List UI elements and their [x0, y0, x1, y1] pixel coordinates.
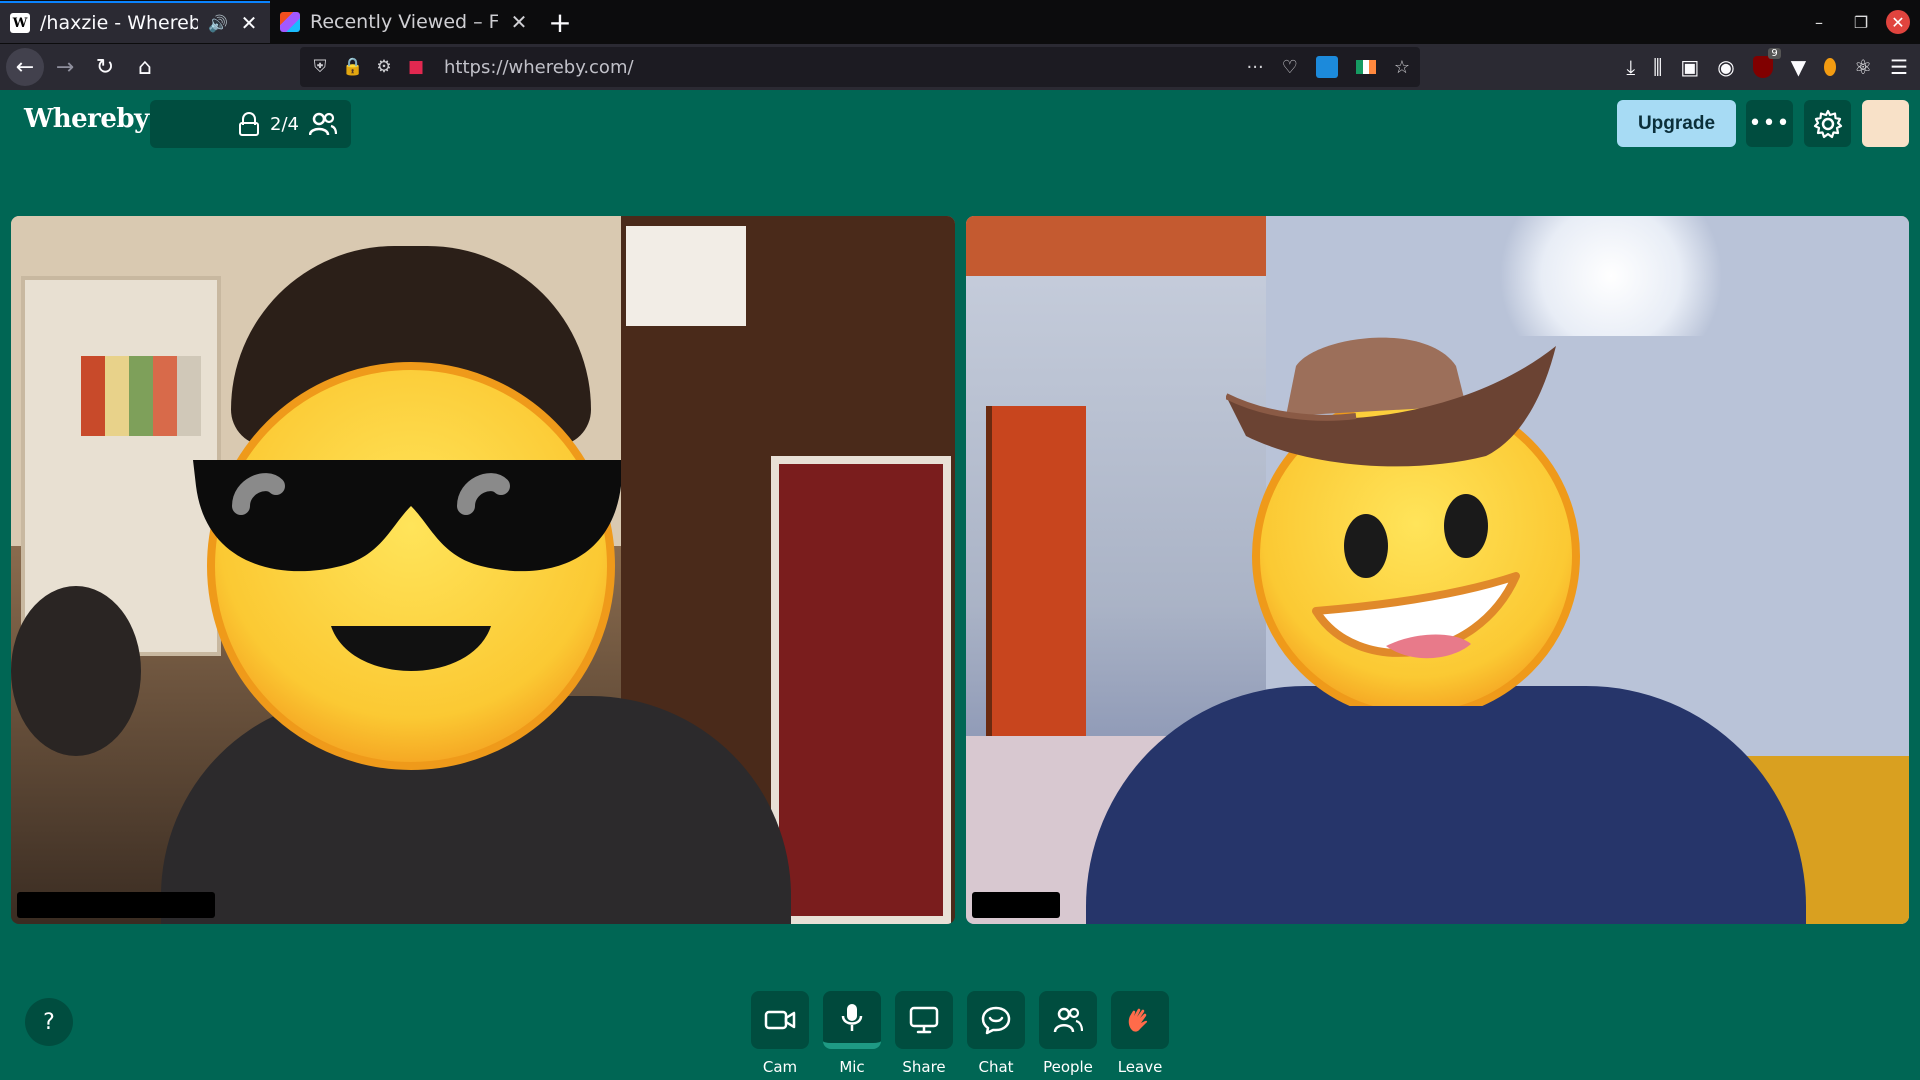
bookmark-star-icon[interactable]: ☆: [1394, 57, 1410, 78]
back-button[interactable]: ←: [6, 48, 44, 86]
cowboy-emoji-icon: [1226, 337, 1580, 706]
cam-control[interactable]: Cam: [751, 991, 809, 1076]
reload-button[interactable]: ↻: [86, 48, 124, 86]
chat-button[interactable]: [967, 991, 1025, 1049]
people-icon: [309, 112, 337, 136]
people-label: People: [1043, 1058, 1093, 1076]
react-devtools-icon[interactable]: ⚛: [1854, 55, 1872, 79]
restore-icon[interactable]: ❐: [1844, 7, 1878, 37]
tab-whereby[interactable]: W /haxzie - Whereby 🔊 ✕: [0, 1, 270, 43]
sunglasses-emoji-icon: [193, 362, 621, 770]
browser-nav-bar: ← → ↻ ⌂ ⛨ 🔒 ⚙ ■ https://whereby.com/ ···…: [0, 44, 1920, 90]
figma-favicon-icon: [280, 12, 300, 32]
screen-share-icon: [909, 1006, 939, 1034]
lock-icon[interactable]: 🔒: [342, 57, 363, 77]
flag-extension-icon[interactable]: [1355, 60, 1376, 74]
participant-name-tag: [972, 892, 1060, 918]
people-icon: [1053, 1007, 1083, 1033]
share-control[interactable]: Share: [895, 991, 953, 1076]
download-icon[interactable]: ⤓: [1626, 55, 1635, 79]
speaker-icon[interactable]: 🔊: [208, 14, 228, 33]
vue-devtools-icon[interactable]: ▼: [1791, 55, 1806, 79]
call-controls: Cam Mic Share Chat People Leave: [751, 991, 1169, 1076]
dark-object: [11, 586, 141, 756]
sidebar-icon[interactable]: ▣: [1680, 55, 1699, 79]
minimize-icon[interactable]: –: [1802, 7, 1836, 37]
whereby-favicon-icon: W: [10, 13, 30, 33]
close-window-icon[interactable]: ✕: [1886, 10, 1910, 34]
close-tab-icon[interactable]: ✕: [238, 11, 260, 35]
gear-icon: [1813, 109, 1842, 138]
people-button[interactable]: [1039, 991, 1097, 1049]
mic-control[interactable]: Mic: [823, 991, 881, 1076]
shield-icon[interactable]: ⛨: [310, 57, 330, 77]
mic-label: Mic: [839, 1058, 865, 1076]
upgrade-button[interactable]: Upgrade: [1617, 100, 1736, 147]
chat-control[interactable]: Chat: [967, 991, 1025, 1076]
toolbar-right: ⤓ ⫼ ▣ ◉ 9 ▼ ⚛ ☰: [1626, 44, 1908, 90]
page-actions-icon[interactable]: ···: [1247, 57, 1264, 78]
ublock-extension-icon[interactable]: 9: [1752, 48, 1781, 78]
forward-button[interactable]: →: [46, 48, 84, 86]
tab-figma[interactable]: Recently Viewed – Figma ✕: [270, 1, 540, 43]
menu-icon[interactable]: ☰: [1890, 55, 1908, 79]
window-light: [626, 226, 746, 326]
leave-control[interactable]: Leave: [1111, 991, 1169, 1076]
cam-button[interactable]: [751, 991, 809, 1049]
home-button[interactable]: ⌂: [126, 48, 164, 86]
camera-icon: [764, 1010, 796, 1030]
lock-icon: [238, 112, 260, 136]
video-tile-participant-2[interactable]: [966, 216, 1909, 924]
share-button[interactable]: [895, 991, 953, 1049]
tab-title: /haxzie - Whereby: [40, 12, 199, 34]
red-door: [771, 456, 951, 924]
chat-icon: [981, 1006, 1011, 1035]
more-icon: •••: [1748, 111, 1791, 136]
ceiling-light: [1486, 216, 1736, 336]
chat-label: Chat: [978, 1058, 1014, 1076]
orange-door: [986, 406, 1086, 736]
settings-button[interactable]: [1804, 100, 1851, 147]
participant-name-tag: [17, 892, 215, 918]
extension-icon[interactable]: [1824, 58, 1837, 76]
library-icon[interactable]: ⫼: [1653, 55, 1662, 79]
waving-hand-icon: [1128, 1008, 1148, 1032]
whereby-logo[interactable]: Whereby: [24, 104, 149, 134]
translate-extension-icon[interactable]: [1315, 56, 1338, 78]
new-tab-button[interactable]: +: [540, 0, 580, 44]
mic-button[interactable]: [823, 991, 881, 1049]
browser-tab-bar: W /haxzie - Whereby 🔊 ✕ Recently Viewed …: [0, 0, 1920, 44]
url-text[interactable]: https://whereby.com/: [444, 57, 1235, 78]
person-shirt: [1086, 686, 1806, 924]
leave-button[interactable]: [1111, 991, 1169, 1049]
microphone-icon: [841, 1004, 863, 1031]
permissions-icon[interactable]: ⚙: [374, 57, 394, 77]
leave-label: Leave: [1117, 1058, 1163, 1076]
video-tile-participant-1[interactable]: [11, 216, 955, 924]
help-button[interactable]: ?: [25, 998, 73, 1046]
url-bar[interactable]: ⛨ 🔒 ⚙ ■ https://whereby.com/ ··· ♡ ☆: [300, 47, 1420, 87]
people-control[interactable]: People: [1039, 991, 1097, 1076]
participant-count: 2/4: [270, 113, 299, 135]
window-controls: – ❐ ✕: [1802, 0, 1920, 44]
more-options-button[interactable]: •••: [1746, 100, 1793, 147]
pocket-icon[interactable]: ♡: [1282, 57, 1298, 78]
account-icon[interactable]: ◉: [1717, 55, 1734, 79]
tab-title: Recently Viewed – Figma: [310, 11, 498, 33]
camera-sharing-icon[interactable]: ■: [406, 57, 426, 77]
user-avatar[interactable]: [1862, 100, 1909, 147]
close-tab-icon[interactable]: ✕: [508, 10, 530, 34]
cam-label: Cam: [762, 1058, 798, 1076]
share-label: Share: [902, 1058, 946, 1076]
room-info-pill[interactable]: 2/4: [150, 100, 351, 148]
